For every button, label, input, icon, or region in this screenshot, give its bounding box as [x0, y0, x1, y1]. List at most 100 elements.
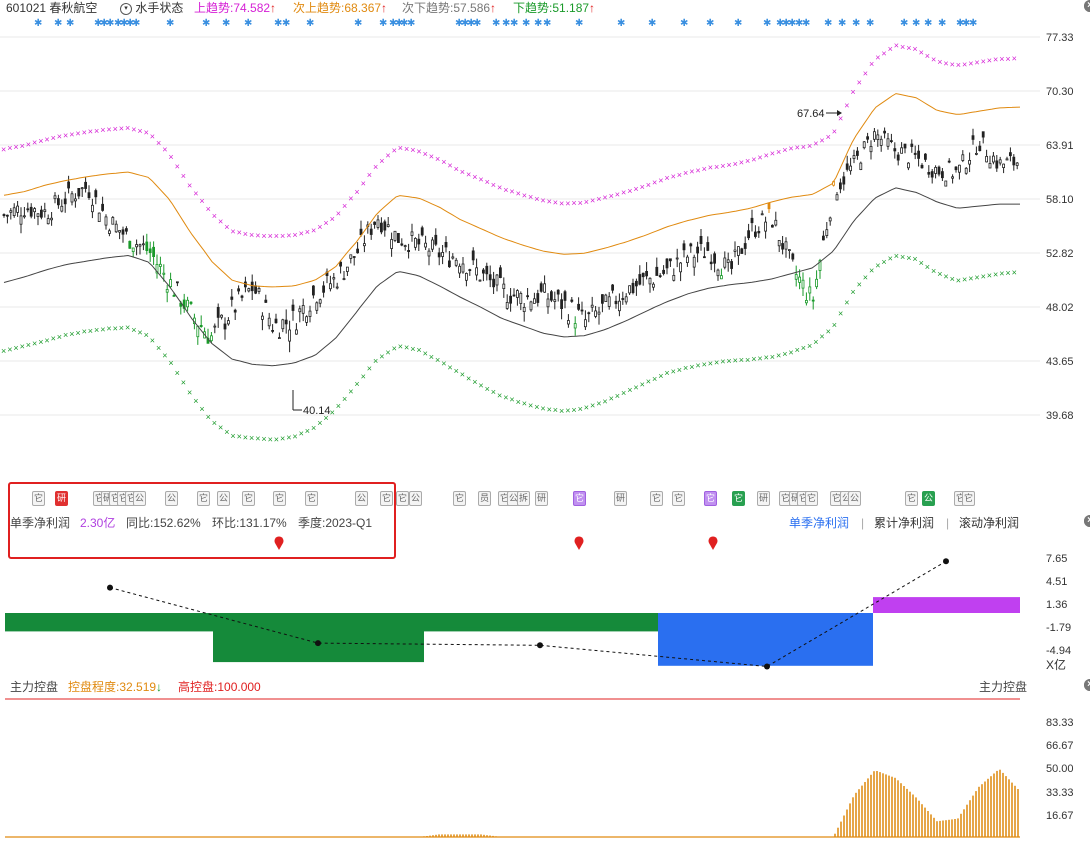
candle-body — [611, 284, 614, 291]
candle-body — [101, 203, 104, 211]
upper-trend-marker: × — [342, 201, 347, 211]
upper-trend-marker: × — [801, 142, 806, 152]
close-icon[interactable]: × — [1084, 515, 1090, 527]
event-tag[interactable]: 研 — [535, 491, 548, 506]
candle-body — [403, 245, 407, 248]
event-tag[interactable]: 公 — [409, 491, 422, 506]
event-tag[interactable]: 它 — [732, 491, 745, 506]
upper-trend-marker: × — [962, 59, 967, 69]
candle-body — [390, 239, 394, 249]
location-pin-icon — [708, 536, 718, 550]
event-tag[interactable]: 它 — [962, 491, 975, 506]
candle-body — [862, 141, 866, 149]
event-tag[interactable]: 它 — [453, 491, 466, 506]
upper-trend-marker: × — [435, 154, 440, 164]
upper-trend-marker: × — [931, 55, 936, 65]
candle-body — [652, 283, 655, 288]
signal-star: ✱ — [838, 18, 846, 29]
candle-body — [223, 323, 227, 330]
event-tag[interactable]: 它 — [672, 491, 685, 506]
candle-body — [356, 248, 360, 254]
candle-body — [451, 256, 455, 259]
lower-trend-marker: × — [875, 260, 880, 270]
lower-trend-marker: × — [454, 366, 459, 376]
upper-trend-marker: × — [912, 44, 917, 54]
event-tag[interactable]: 它 — [573, 491, 586, 506]
lower-trend-marker: × — [956, 276, 961, 286]
tab-cumulative-profit[interactable]: 累计净利润 — [874, 515, 934, 531]
event-tag[interactable]: 员 — [478, 491, 491, 506]
candle-body — [16, 205, 20, 213]
candle-body — [447, 260, 451, 268]
event-tag[interactable]: 公 — [922, 491, 935, 506]
upper-trend-marker: × — [299, 228, 304, 238]
candle-body — [216, 306, 220, 318]
candle-body — [601, 294, 604, 304]
candle-body — [376, 219, 380, 228]
upper-trend-marker: × — [311, 225, 316, 235]
kline-chart: ✱ ✱ ✱ ✱✱✱ ✱✱✱✱ ✱ ✱ ✱ ✱ ✱ ✱ ✱ ✱ ✱ ✱✱✱✱ ✱✱✱✱ ✱ ✱ ✱ ✱ ✱ ✱ ✱ ✱ ✱ ✱ ✱ ✱ ✱… — [0, 18, 1074, 445]
event-tag[interactable]: 它 — [704, 491, 717, 506]
upper-trend-marker: × — [478, 174, 483, 184]
candle-body — [91, 204, 94, 213]
upper-trend-marker: × — [305, 227, 310, 237]
upper-trend-marker: × — [150, 132, 155, 142]
lower-trend-marker: × — [466, 373, 471, 383]
event-tag[interactable]: 研 — [757, 491, 770, 506]
event-tag[interactable]: 它 — [905, 491, 918, 506]
event-tag[interactable]: 拆 — [517, 491, 530, 506]
upper-trend-marker: × — [943, 58, 948, 68]
upper-trend-marker: × — [336, 208, 341, 218]
lower-trend-marker: × — [354, 379, 359, 389]
indicator-dropdown[interactable]: ▾ 水手状态 — [120, 0, 183, 16]
upper-trend-marker: × — [131, 124, 136, 134]
event-tag[interactable]: 它 — [650, 491, 663, 506]
upper-trend-marker: × — [782, 145, 787, 155]
candle-body — [822, 235, 825, 241]
candle-body — [618, 300, 621, 312]
candle-body — [597, 311, 601, 315]
candle-body — [621, 298, 625, 300]
lower-trend-marker: × — [404, 343, 409, 353]
upper-trend-marker: × — [274, 231, 279, 241]
upper-trend-marker: × — [894, 41, 899, 51]
lower-trend-marker: × — [801, 343, 806, 353]
upper-trend-marker: × — [212, 211, 217, 221]
candle-body — [172, 294, 176, 297]
upper-trend-marker: × — [113, 124, 118, 134]
candle-body — [158, 263, 162, 267]
upper-trend-marker: × — [584, 197, 589, 207]
tab-single-quarter-profit[interactable]: 单季净利润 — [789, 515, 849, 531]
candle-body — [669, 258, 672, 262]
tab-rolling-profit[interactable]: 滚动净利润 — [959, 515, 1019, 531]
candle-body — [845, 163, 849, 170]
candle-body — [740, 248, 744, 254]
candle-body — [539, 283, 543, 292]
signal-star: ✱ — [202, 18, 210, 29]
close-icon[interactable]: × — [1084, 679, 1090, 691]
lower-trend-marker: × — [764, 353, 769, 363]
y-tick-label: 52.82 — [1046, 248, 1074, 260]
event-tag[interactable]: 它 — [396, 491, 409, 506]
tab-separator: | — [861, 516, 865, 530]
event-tag[interactable]: 它 — [805, 491, 818, 506]
candle-body — [226, 320, 230, 325]
candle-body — [720, 275, 723, 280]
candle-body — [6, 214, 9, 217]
lower-trend-marker: × — [243, 432, 248, 442]
upper-trend-marker: × — [330, 214, 335, 224]
candle-body — [417, 238, 421, 245]
candle-body — [413, 237, 417, 248]
candle-body — [50, 217, 53, 221]
upper-trend-marker: × — [795, 143, 800, 153]
candle-body — [529, 301, 533, 311]
chevron-down-icon[interactable]: ▾ — [120, 2, 132, 15]
candle-body — [577, 303, 580, 310]
upper-trend-marker: × — [63, 130, 68, 140]
lower-trend-marker: × — [150, 336, 155, 346]
event-tag[interactable]: 公 — [848, 491, 861, 506]
candle-body — [975, 152, 978, 155]
close-icon[interactable]: × — [1084, 0, 1090, 12]
event-tag[interactable]: 研 — [614, 491, 627, 506]
upper-trend-marker: × — [509, 187, 514, 197]
